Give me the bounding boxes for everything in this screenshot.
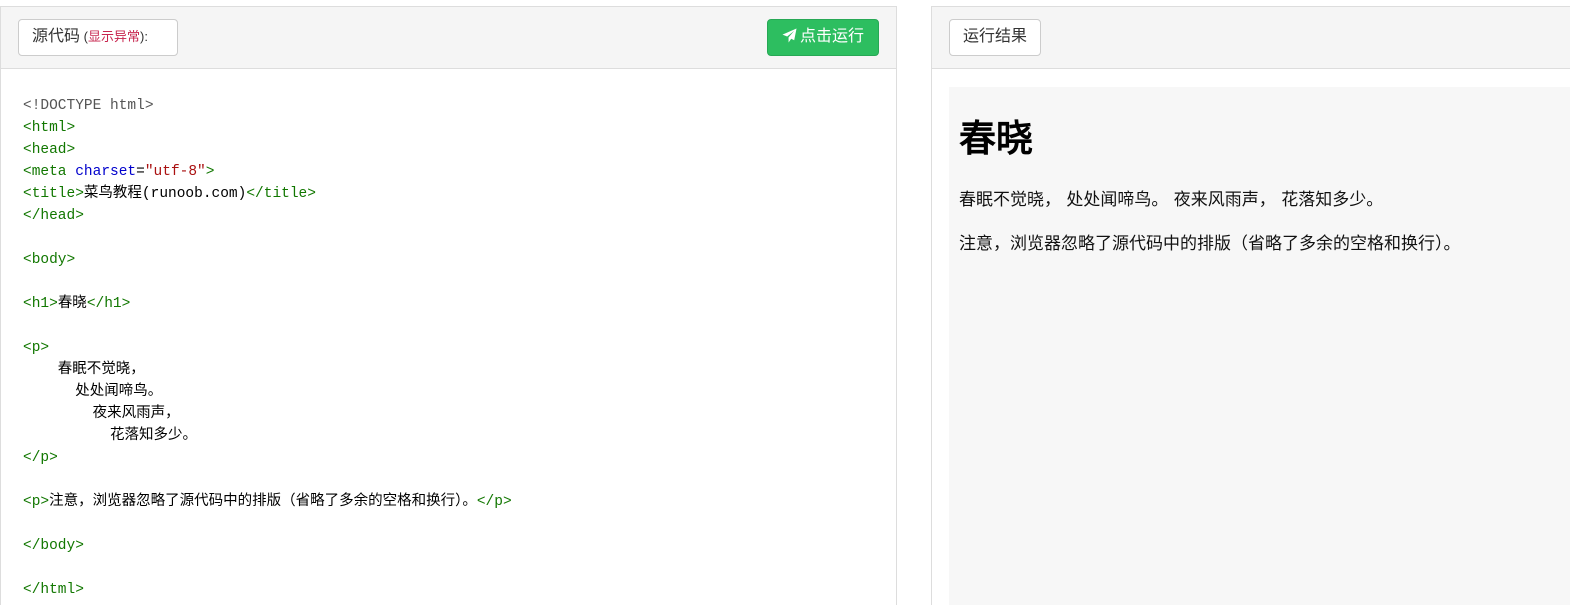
code-token-tag: </body>	[23, 538, 84, 554]
code-line: </p>	[23, 447, 512, 469]
code-token-txt: 菜鸟教程(runoob.com)	[83, 186, 247, 202]
code-token-tag: </p>	[23, 450, 58, 466]
run-button-label: 点击运行	[800, 28, 865, 45]
code-token-tag: <meta	[23, 164, 76, 180]
source-paren-close: ):	[139, 29, 148, 44]
code-token-tag: <title>	[23, 186, 84, 202]
source-code-button[interactable]: 源代码 (显示异常):	[18, 19, 178, 56]
code-token-tag: <p>	[23, 494, 50, 510]
code-token-tag: </title>	[246, 186, 316, 202]
code-token-tag: >	[205, 164, 215, 180]
code-token-tag: <html>	[23, 120, 76, 136]
code-token-txt: 处处闻啼鸟。	[23, 384, 163, 400]
result-preview: 春晓 春眠不觉晓， 处处闻啼鸟。 夜来风雨声， 花落知多少。 注意，浏览器忽略了…	[949, 87, 1570, 605]
show-error-link[interactable]: 显示异常	[88, 29, 140, 44]
run-button[interactable]: 点击运行	[767, 19, 879, 56]
source-code-panel: 源代码 (显示异常): 点击运行 <!DOCTYPE html> <html> <h…	[0, 6, 897, 605]
code-token-txt: 夜来风雨声，	[23, 406, 180, 422]
code-token-attr: charset	[75, 164, 137, 180]
code-line: <html>	[23, 117, 512, 139]
preview-paragraph-poem: 春眠不觉晓， 处处闻啼鸟。 夜来风雨声， 花落知多少。	[959, 190, 1384, 210]
source-panel-header: 源代码 (显示异常): 点击运行	[1, 7, 896, 69]
code-token-tag: <body>	[23, 252, 76, 268]
code-line: <p>	[23, 337, 512, 359]
code-line: 春眠不觉晓，	[23, 359, 512, 381]
code-line: <body>	[23, 249, 512, 271]
code-line: <title>菜鸟教程(runoob.com)</title>	[23, 183, 512, 205]
result-panel-header: 运行结果	[932, 7, 1570, 69]
code-line: </head>	[23, 205, 512, 227]
code-token-tag: </p>	[476, 494, 512, 510]
code-line: 处处闻啼鸟。	[23, 381, 512, 403]
code-line: <!DOCTYPE html>	[23, 95, 512, 117]
code-token-txt: 花落知多少。	[23, 428, 198, 444]
code-token-txt: 春晓	[57, 296, 87, 312]
run-result-button[interactable]: 运行结果	[949, 19, 1042, 56]
code-token-txt: 注意，浏览器忽略了源代码中的排版（省略了多余的空格和换行）。	[49, 494, 477, 510]
code-token-doc: <!DOCTYPE html>	[23, 98, 154, 114]
source-paren-open: (	[80, 29, 88, 44]
code-token-txt: 春眠不觉晓，	[23, 362, 145, 378]
code-line: <h1>春晓</h1>	[23, 293, 512, 315]
source-code-label: 源代码	[32, 28, 81, 45]
code-token-tag: <p>	[23, 340, 50, 356]
preview-heading: 春晓	[959, 117, 1033, 160]
code-line: <head>	[23, 139, 512, 161]
code-token-tag: <head>	[23, 142, 76, 158]
code-editor[interactable]: <!DOCTYPE html> <html> <head> <meta charset…	[23, 95, 512, 601]
code-line: <p>注意，浏览器忽略了源代码中的排版（省略了多余的空格和换行）。</p>	[23, 491, 512, 513]
code-token-tag: </head>	[23, 208, 84, 224]
code-token-txt: =	[136, 164, 145, 180]
preview-paragraph-note: 注意，浏览器忽略了源代码中的排版（省略了多余的空格和换行）。	[959, 234, 1461, 254]
result-panel: 运行结果 春晓 春眠不觉晓， 处处闻啼鸟。 夜来风雨声， 花落知多少。 注意，浏…	[931, 6, 1570, 605]
code-line: </body>	[23, 535, 512, 557]
code-token-tag: </h1>	[86, 296, 131, 312]
paper-plane-icon	[782, 28, 797, 43]
code-token-str: "utf-8"	[144, 164, 206, 180]
code-token-tag: <h1>	[23, 296, 58, 312]
code-line: <meta charset="utf-8">	[23, 161, 512, 183]
code-line: 夜来风雨声，	[23, 403, 512, 425]
code-token-tag: </html>	[23, 582, 84, 598]
code-line: 花落知多少。	[23, 425, 512, 447]
code-line: </html>	[23, 579, 512, 601]
